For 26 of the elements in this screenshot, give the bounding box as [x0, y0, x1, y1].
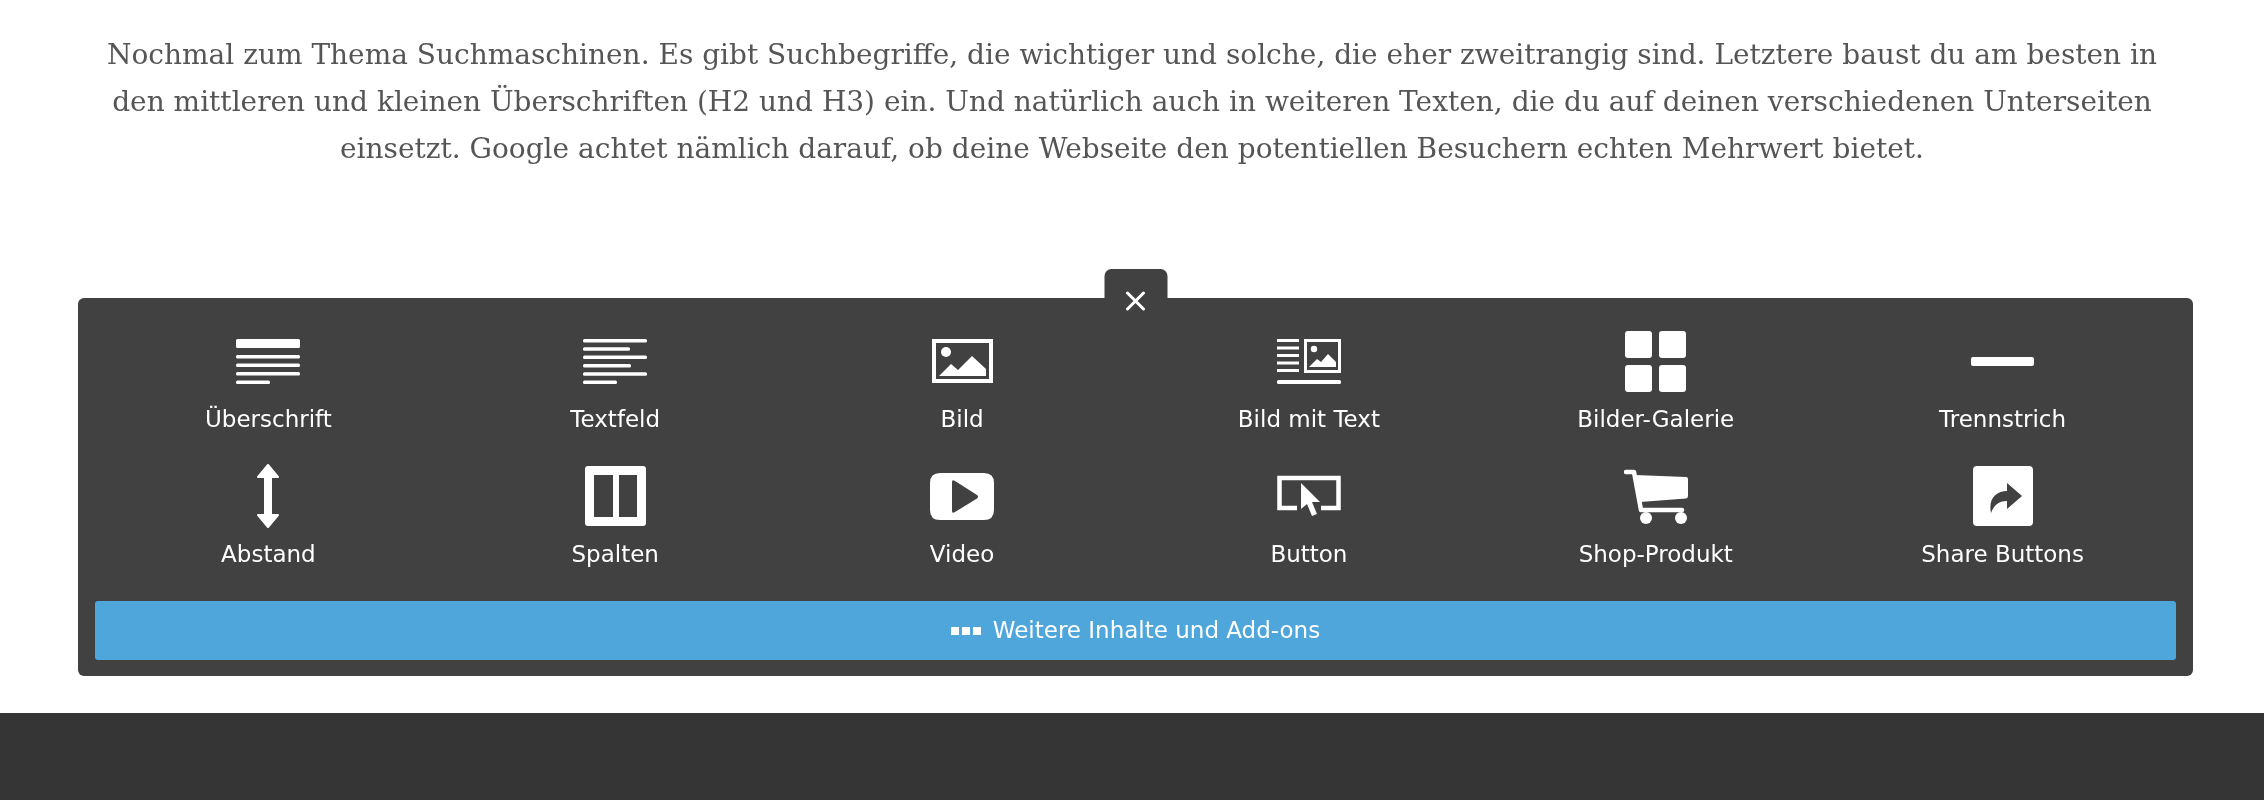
paragraph-lines-icon	[583, 338, 648, 384]
close-icon	[1125, 291, 1146, 311]
content-option[interactable]: Überschrift	[205, 329, 332, 434]
grid-icon	[1625, 330, 1687, 392]
picture-icon	[931, 339, 993, 383]
content-option[interactable]: Shop-Produkt	[1578, 464, 1733, 569]
content-option[interactable]: Bild	[931, 329, 993, 434]
content-option[interactable]: Spalten	[571, 464, 659, 569]
content-option[interactable]: Bild mit Text	[1237, 329, 1380, 434]
body-paragraph: Nochmal zum Thema Suchmaschinen. Es gibt Suchbegriffe, die wichtiger und solche, die eher zweitrangig sind. Letztere baust du am besten in den mittleren und kleinen Überschriften (H2 und H3) ein. Und natürlich auch in weiteren Texten, die du auf deinen verschiedenen Unterseiten einsetzt. Google achtet nämlich darauf, ob deine Webseite den potentiellen Besuchern echten Mehrwert bietet.	[105, 37, 2159, 167]
picture-text-icon	[1276, 338, 1341, 384]
content-option[interactable]: Trennstrich	[1939, 329, 2067, 434]
dots-icon	[950, 626, 981, 635]
content-option[interactable]: Button	[1270, 464, 1348, 569]
columns-icon	[584, 466, 646, 526]
content-option[interactable]: Video	[929, 464, 995, 569]
cart-icon	[1623, 468, 1688, 524]
content-option[interactable]: Abstand	[221, 464, 316, 569]
share-arrow-icon	[1972, 466, 2033, 526]
play-icon	[930, 472, 995, 520]
vertical-arrow-icon	[257, 464, 280, 528]
cursor-icon	[1276, 475, 1341, 517]
content-option[interactable]: Bilder-Galerie	[1577, 329, 1735, 434]
content-option[interactable]: Share Buttons	[1921, 464, 2084, 569]
text-lines-icon	[236, 338, 301, 384]
content-option[interactable]: Textfeld	[570, 329, 661, 434]
